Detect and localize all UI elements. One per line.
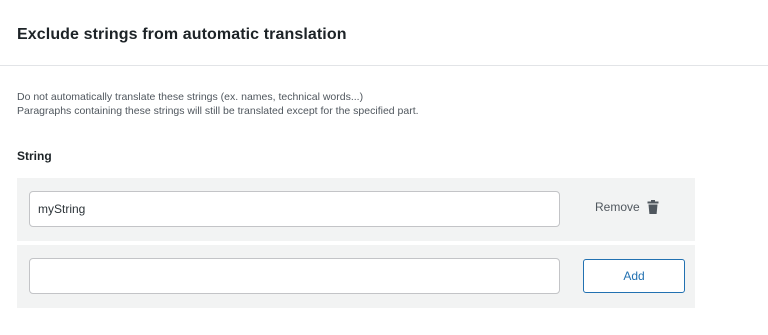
add-button[interactable]: Add <box>583 259 685 293</box>
excluded-string-input[interactable] <box>29 191 560 227</box>
remove-button-label: Remove <box>595 200 640 214</box>
section-title: Exclude strings from automatic translati… <box>17 26 347 43</box>
section-description: Do not automatically translate these str… <box>17 90 419 118</box>
description-line-1: Do not automatically translate these str… <box>17 91 364 103</box>
string-column-label: String <box>17 149 52 163</box>
section-divider <box>0 65 768 66</box>
new-string-input[interactable] <box>29 258 560 294</box>
excluded-string-row: Remove <box>17 178 695 241</box>
remove-button[interactable]: Remove <box>595 200 660 214</box>
trash-icon <box>647 200 659 214</box>
settings-page: Exclude strings from automatic translati… <box>0 0 768 335</box>
new-string-row: Add <box>17 245 695 308</box>
description-line-2: Paragraphs containing these strings will… <box>17 105 419 117</box>
